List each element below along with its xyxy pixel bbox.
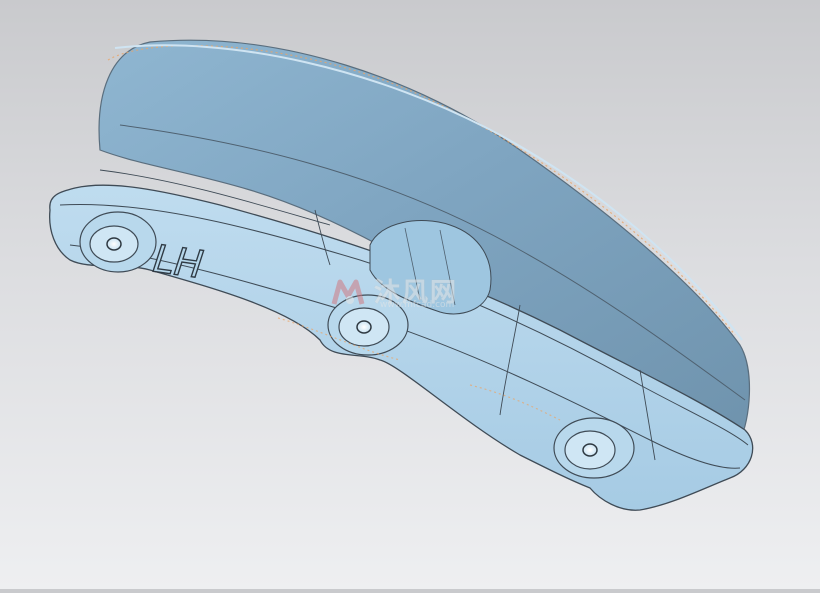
mounting-hole <box>327 294 409 356</box>
cad-viewport[interactable]: LH 沐风网 www.mfcad.com <box>0 0 820 589</box>
part-render[interactable]: LH <box>0 0 820 589</box>
mounting-hole <box>79 211 157 273</box>
mounting-hole <box>553 417 635 479</box>
